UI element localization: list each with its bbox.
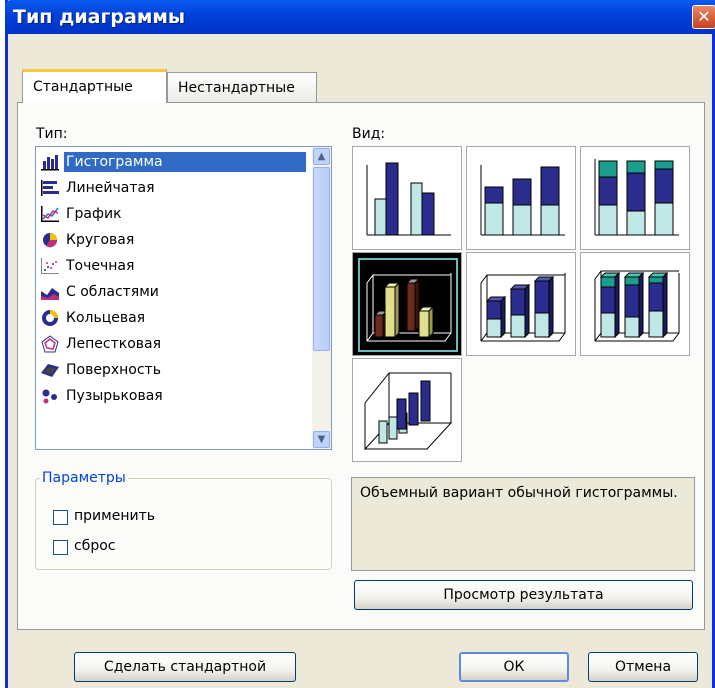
list-item-pie[interactable]: Круговая <box>40 227 302 253</box>
list-item-label: Круговая <box>66 232 135 248</box>
subtype-3d-clustered-column[interactable] <box>352 252 462 356</box>
list-item-label: Точечная <box>66 258 135 274</box>
subtype-3d-column[interactable] <box>352 358 462 462</box>
params-legend: Параметры <box>42 470 126 486</box>
close-button[interactable]: ✕ <box>692 5 715 29</box>
list-item-doughnut[interactable]: Кольцевая <box>40 305 302 331</box>
title-bar[interactable]: Тип диаграммы ✕ <box>5 0 715 34</box>
list-item-area[interactable]: С областями <box>40 279 302 305</box>
list-item-label: Лепестковая <box>66 336 162 352</box>
list-item-label: Линейчатая <box>66 180 155 196</box>
list-item-bubble[interactable]: Пузырьковая <box>40 383 302 409</box>
line-chart-icon <box>40 205 60 223</box>
list-item-histogram[interactable]: Гистограмма <box>40 149 306 175</box>
type-label: Тип: <box>36 126 68 142</box>
list-item-label: Пузырьковая <box>66 388 163 404</box>
list-item-label: Кольцевая <box>66 310 146 326</box>
apply-checkbox[interactable] <box>53 510 68 525</box>
doughnut-chart-icon <box>40 309 60 327</box>
scroll-thumb[interactable] <box>313 167 330 351</box>
list-item-label: С областями <box>66 284 159 300</box>
pie-chart-icon <box>40 231 60 249</box>
reset-label: сброс <box>74 538 116 554</box>
list-item-scatter[interactable]: Точечная <box>40 253 302 279</box>
preview-button[interactable]: Просмотр результата <box>354 580 693 610</box>
list-scrollbar[interactable]: ▲ ▼ <box>312 147 331 449</box>
subtype-stacked-column[interactable] <box>466 146 576 250</box>
ok-button[interactable]: ОК <box>459 652 569 682</box>
scroll-down-icon[interactable]: ▼ <box>313 431 330 448</box>
subtype-3d-stacked-column[interactable] <box>466 252 576 356</box>
window-title: Тип диаграммы <box>13 6 186 28</box>
list-item-label: Гистограмма <box>64 152 306 172</box>
subtype-3d-100-stacked-column[interactable] <box>580 252 690 356</box>
reset-checkbox[interactable] <box>53 540 68 555</box>
list-item-radar[interactable]: Лепестковая <box>40 331 302 357</box>
radar-chart-icon <box>40 335 60 353</box>
subtype-clustered-column[interactable] <box>352 146 462 250</box>
area-chart-icon <box>40 283 60 301</box>
scatter-chart-icon <box>40 257 60 275</box>
surface-chart-icon <box>40 361 60 379</box>
list-item-surface[interactable]: Поверхность <box>40 357 302 383</box>
list-item-label: Поверхность <box>66 362 161 378</box>
cancel-button[interactable]: Отмена <box>588 652 698 682</box>
scroll-up-icon[interactable]: ▲ <box>313 148 330 165</box>
chart-type-list[interactable]: Гистограмма Линейчатая График Круговая Т… <box>35 146 332 450</box>
apply-label: применить <box>74 508 155 524</box>
make-default-button[interactable]: Сделать стандартной <box>74 652 296 682</box>
subtype-100-stacked-column[interactable] <box>580 146 690 250</box>
tab-standard[interactable]: Стандартные <box>22 69 167 103</box>
bar-chart-icon <box>40 179 60 197</box>
description-box: Объемный вариант обычной гистограммы. <box>351 477 695 571</box>
list-item-label: График <box>66 206 122 222</box>
tab-custom[interactable]: Нестандартные <box>167 72 317 102</box>
list-item-bar[interactable]: Линейчатая <box>40 175 302 201</box>
bubble-chart-icon <box>40 387 60 405</box>
view-label: Вид: <box>352 126 386 142</box>
list-item-line[interactable]: График <box>40 201 302 227</box>
histogram-icon <box>40 153 60 171</box>
